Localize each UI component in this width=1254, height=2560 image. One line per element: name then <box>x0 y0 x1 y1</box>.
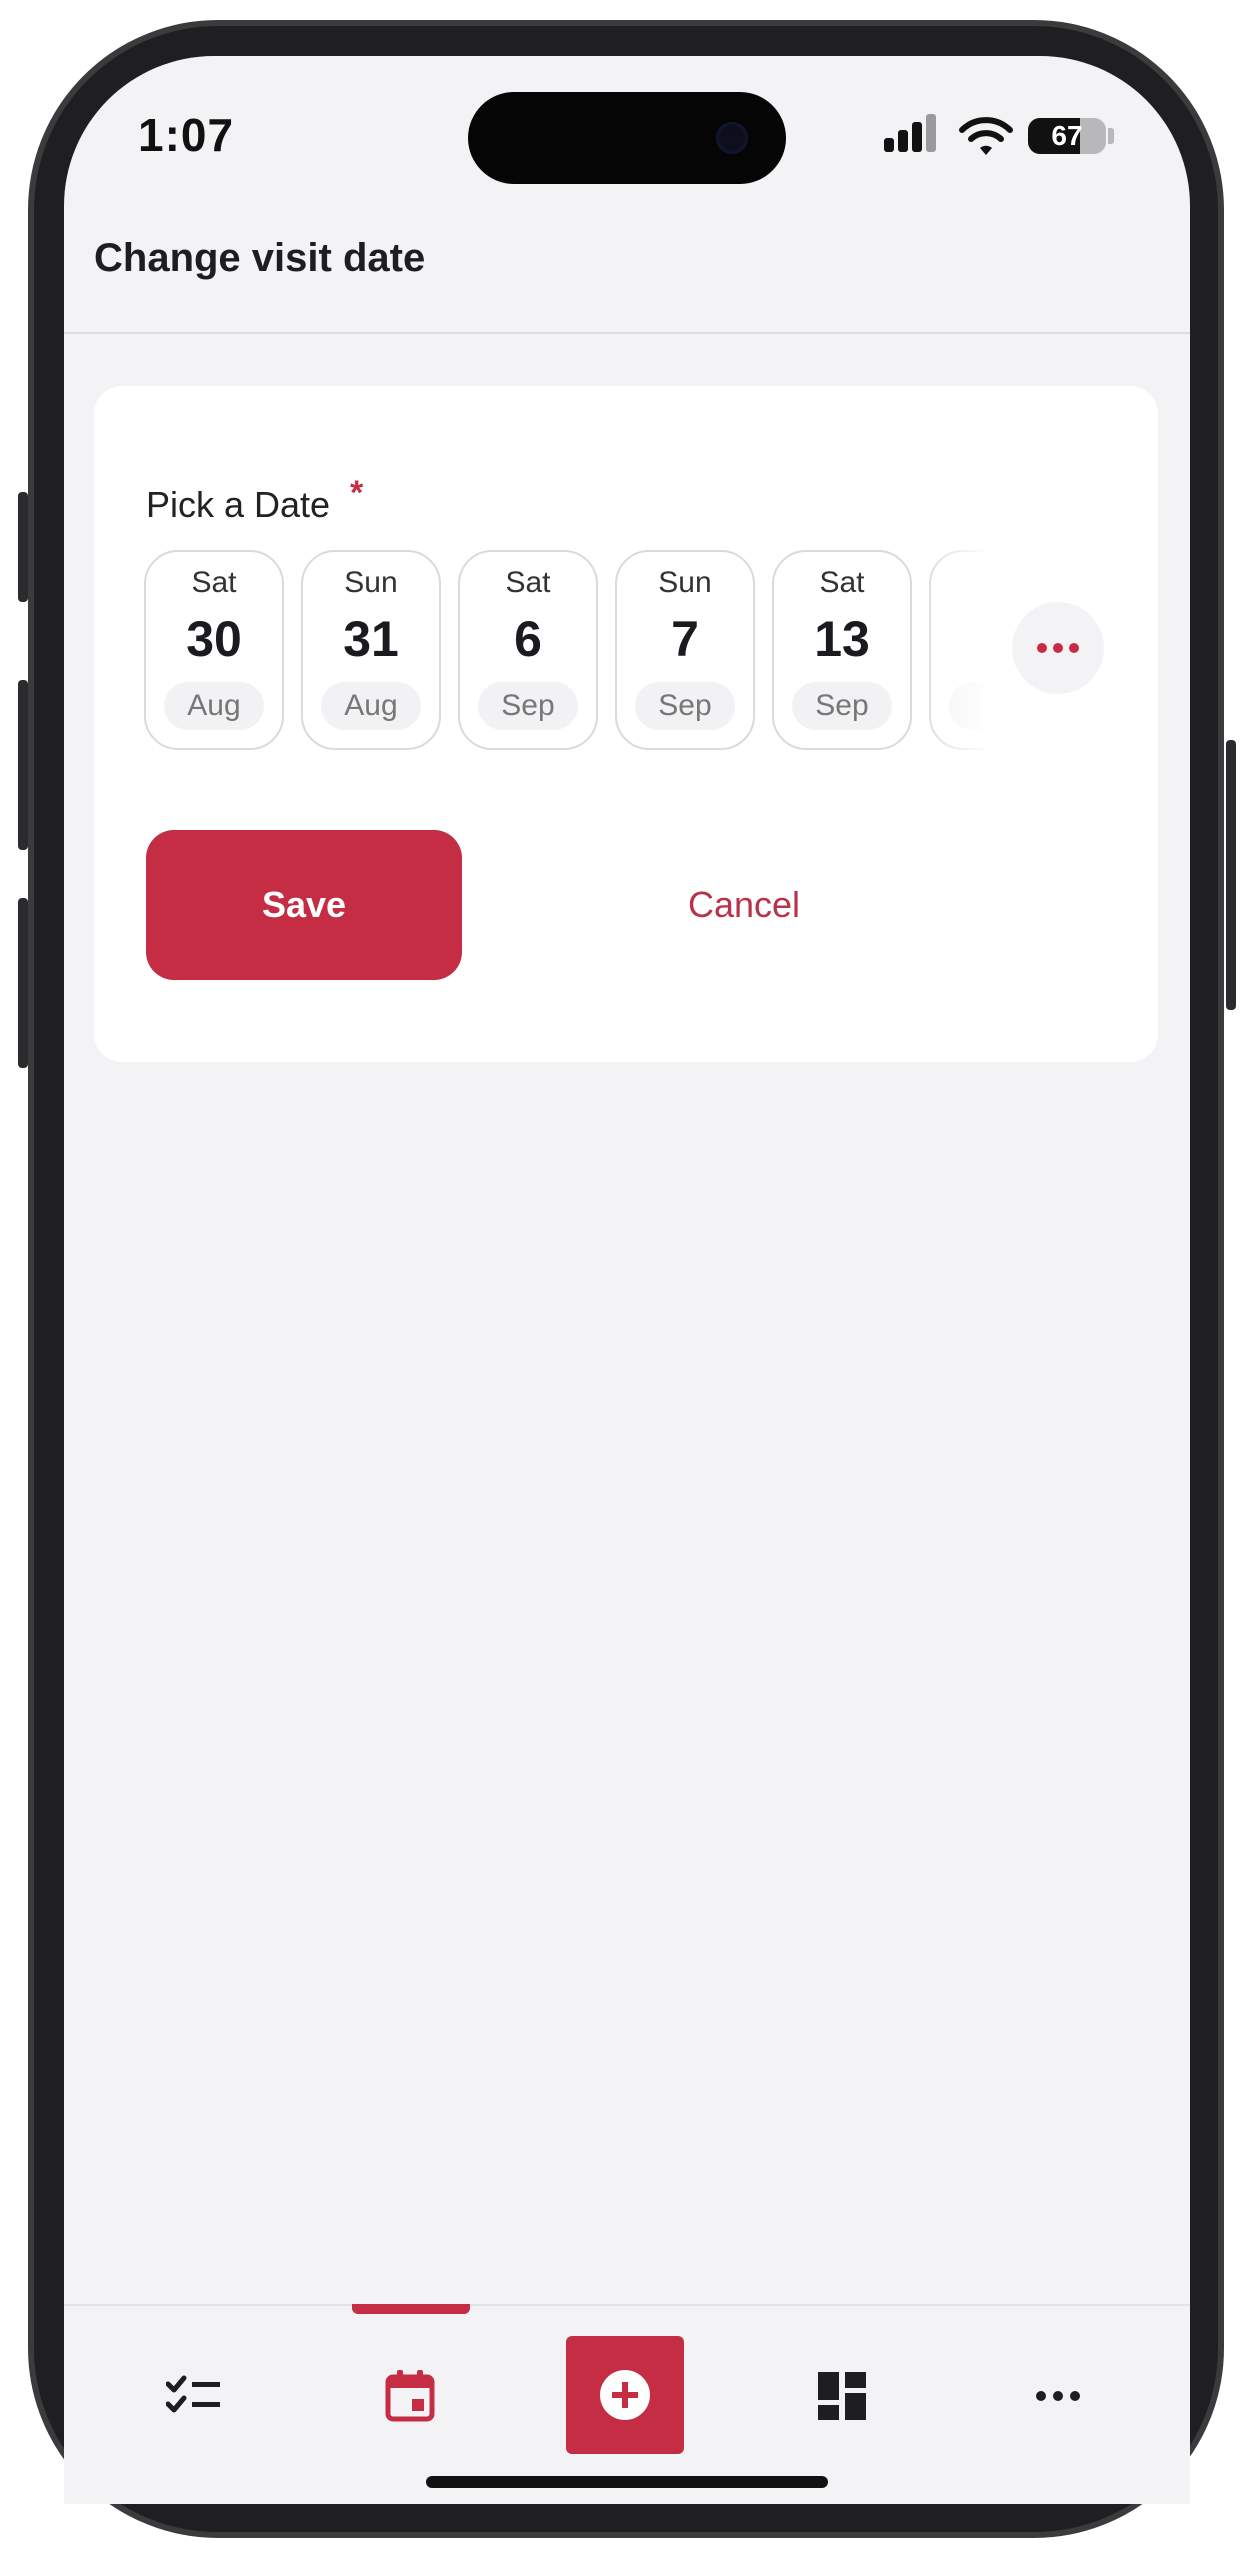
more-dates-button[interactable] <box>1012 602 1104 694</box>
date-chip[interactable]: Sun 31 Aug <box>301 550 441 750</box>
volume-down-button <box>18 898 28 1068</box>
date-field-label: Pick a Date <box>146 484 331 525</box>
action-button <box>18 492 28 602</box>
date-chip-row: Sat30AugSun31AugSat6SepSun7SepSat13SepS1… <box>144 550 990 750</box>
signal-icon <box>884 112 940 160</box>
home-indicator <box>426 2476 828 2488</box>
date-chip-day: 7 <box>671 611 699 667</box>
date-chip-month: Aug <box>164 682 264 730</box>
more-dots-icon <box>1012 602 1104 694</box>
date-chip-day: 6 <box>514 611 542 667</box>
date-form-card: Pick a Date * Sat 30 Aug Sun 31 Aug Sat 6 Sep Sun… <box>94 386 1158 1062</box>
front-camera <box>716 122 748 154</box>
date-chip-day: 30 <box>186 611 242 667</box>
date-chip-month: Sep <box>478 682 578 730</box>
date-chip-month: Aug <box>321 682 421 730</box>
battery-percentage: 67 <box>1051 120 1083 151</box>
required-indicator: * <box>350 474 364 512</box>
date-chip-weekday: Sun <box>658 566 712 599</box>
date-chip-weekday: Sat <box>819 566 865 599</box>
wifi-icon <box>959 117 1013 155</box>
date-chip-weekday: Sun <box>344 566 398 599</box>
date-chip-day: 13 <box>814 611 870 667</box>
nav-item-more[interactable] <box>998 2336 1118 2456</box>
date-chip[interactable]: Sat 6 Sep <box>458 550 598 750</box>
date-chip[interactable]: Sat 30 Aug <box>144 550 284 750</box>
date-chip-month: Sep <box>792 682 892 730</box>
nav-item-dashboard[interactable] <box>782 2336 902 2456</box>
dashboard-icon <box>818 2372 866 2420</box>
date-chip-month: Sep <box>635 682 735 730</box>
date-chip[interactable]: Sat 13 Sep <box>772 550 912 750</box>
status-time: 1:07 <box>138 109 235 161</box>
header-divider <box>64 332 1190 334</box>
dynamic-island <box>468 92 786 184</box>
page-title: Change visit date <box>94 236 426 280</box>
strip-fade <box>920 550 990 752</box>
nav-item-add[interactable] <box>566 2336 684 2454</box>
date-chip[interactable]: Sun 7 Sep <box>615 550 755 750</box>
battery-tip <box>1108 128 1114 144</box>
calendar-icon <box>385 2370 435 2422</box>
add-circle-icon <box>600 2370 650 2420</box>
date-chip-day: 31 <box>343 611 399 667</box>
battery-icon: 67 <box>1028 118 1106 154</box>
date-chip-weekday: Sat <box>505 566 551 599</box>
volume-up-button <box>18 680 28 850</box>
more-horizontal-icon <box>1036 2391 1080 2401</box>
nav-active-indicator <box>352 2304 470 2314</box>
nav-item-tasks[interactable] <box>134 2336 254 2456</box>
date-chip-weekday: Sat <box>191 566 237 599</box>
save-button[interactable]: Save <box>146 830 462 980</box>
date-chip-strip[interactable]: Sat30AugSun31AugSat6SepSun7SepSat13SepS1… <box>144 550 990 752</box>
nav-divider <box>64 2304 1190 2306</box>
checklist-icon <box>166 2375 220 2413</box>
nav-item-calendar[interactable] <box>350 2336 470 2456</box>
power-button <box>1226 740 1236 1010</box>
cancel-button[interactable]: Cancel <box>594 830 894 980</box>
